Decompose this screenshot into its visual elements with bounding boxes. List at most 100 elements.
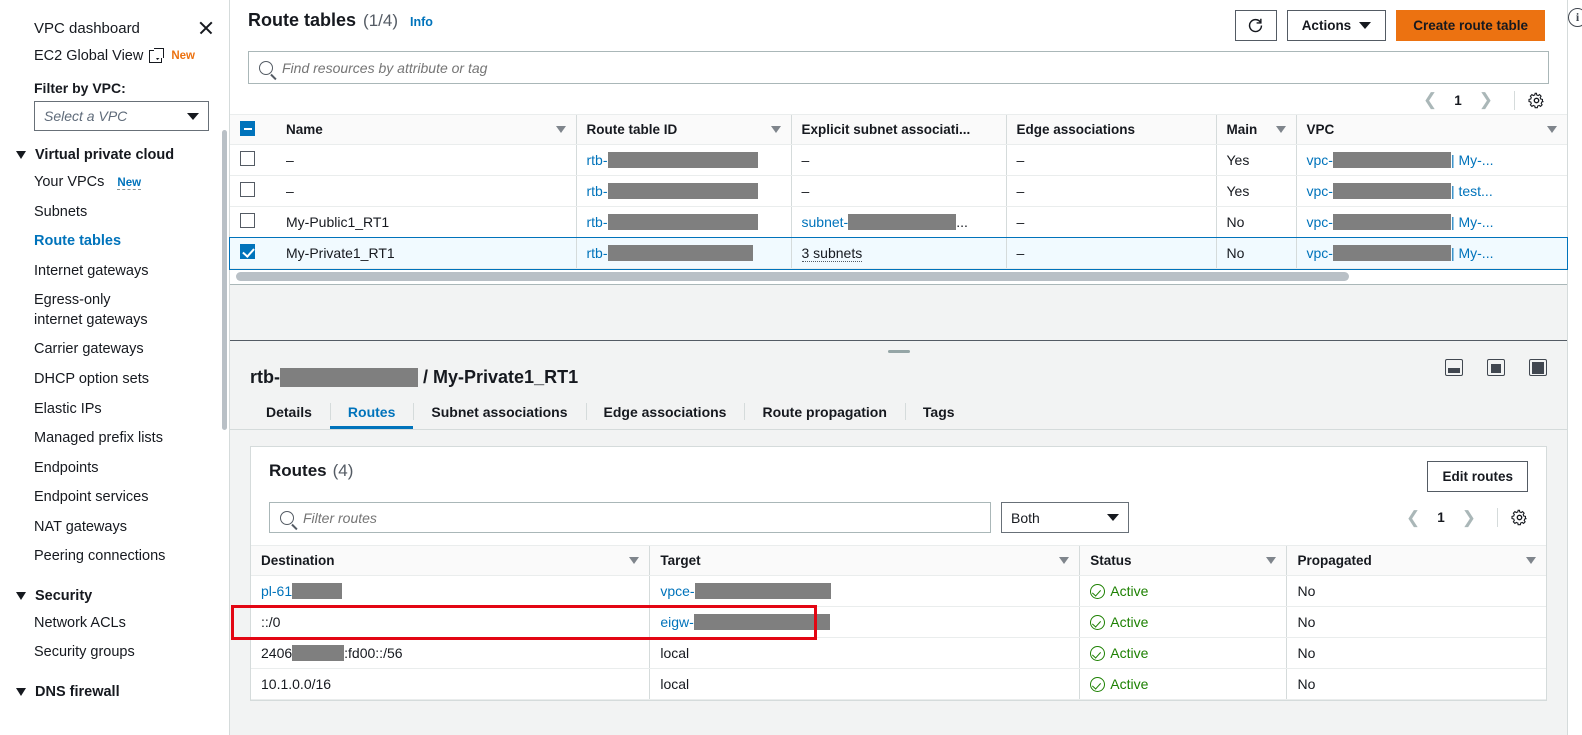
row-checkbox[interactable]: [240, 151, 255, 166]
tab-edge-associations[interactable]: Edge associations: [585, 398, 745, 429]
table-row[interactable]: – rtb- – – Yes vpc- | test...: [230, 175, 1567, 207]
sort-icon[interactable]: [1526, 557, 1536, 564]
column-label: VPC: [1306, 122, 1335, 137]
sidebar-item-peering-connections[interactable]: Peering connections: [0, 542, 229, 572]
table-row[interactable]: pl-61 vpce- Active No: [251, 575, 1546, 607]
info-icon[interactable]: i: [1568, 8, 1582, 27]
row-checkbox[interactable]: [240, 244, 255, 259]
sidebar-group-virtual-private-cloud[interactable]: Virtual private cloud: [0, 131, 229, 168]
sidebar-item-endpoints[interactable]: Endpoints: [0, 454, 229, 484]
vpc-filter-select[interactable]: Select a VPC: [34, 101, 209, 131]
route-table-id-link[interactable]: rtb-: [587, 214, 608, 230]
sidebar-item-endpoint-services[interactable]: Endpoint services: [0, 483, 229, 513]
sort-icon[interactable]: [1266, 557, 1277, 564]
table-row[interactable]: 2406:fd00::/56 local Active No: [251, 637, 1546, 669]
row-checkbox[interactable]: [240, 182, 255, 197]
sidebar-item-dhcp-option-sets[interactable]: DHCP option sets: [0, 365, 229, 395]
sort-icon[interactable]: [1059, 557, 1070, 564]
ec2-global-view-row[interactable]: EC2 Global View New: [0, 42, 229, 70]
vpc-name[interactable]: | My-...: [1451, 245, 1494, 261]
sidebar-item-security-groups[interactable]: Security groups: [0, 638, 229, 668]
route-tables-tbody: – rtb- – – Yes vpc- | My-... – rtb- – – Y…: [229, 144, 1568, 270]
route-table-id-link[interactable]: rtb-: [587, 245, 608, 261]
gear-icon[interactable]: [1511, 509, 1528, 526]
refresh-button[interactable]: [1234, 10, 1277, 41]
table-row[interactable]: ::/0 eigw- Active No: [251, 606, 1546, 638]
sort-icon[interactable]: [555, 126, 566, 133]
row-checkbox[interactable]: [240, 213, 255, 228]
sidebar-group-dns-firewall[interactable]: DNS firewall: [0, 668, 229, 705]
column-target: Target: [649, 545, 1080, 576]
search-bar[interactable]: [248, 51, 1549, 84]
sort-icon[interactable]: [1275, 126, 1286, 133]
breadcrumb-prefix: rtb-: [250, 367, 280, 387]
sidebar-group-security[interactable]: Security: [0, 572, 229, 609]
sidebar-item-elastic-ips[interactable]: Elastic IPs: [0, 395, 229, 425]
split-panel: rtb- / My-Private1_RT1 Details Routes Su…: [230, 341, 1567, 735]
cell-vpc: vpc- | My-...: [1295, 144, 1567, 176]
vpc-dashboard-link[interactable]: VPC dashboard: [34, 20, 140, 37]
routes-count: (4): [332, 461, 354, 480]
sidebar-item-nat-gateways[interactable]: NAT gateways: [0, 513, 229, 543]
routes-type-select[interactable]: Both: [1001, 502, 1129, 533]
edit-routes-button[interactable]: Edit routes: [1427, 461, 1528, 492]
sidebar-item-route-tables[interactable]: Route tables: [0, 227, 229, 257]
vpc-name[interactable]: | My-...: [1451, 214, 1494, 230]
info-link[interactable]: Info: [410, 15, 433, 29]
routes-filter-bar[interactable]: [269, 502, 991, 533]
sort-icon[interactable]: [629, 557, 640, 564]
tab-subnet-associations[interactable]: Subnet associations: [413, 398, 585, 429]
sidebar-scrollbar[interactable]: [222, 130, 227, 430]
sidebar-item-egress-only-internet-gateways[interactable]: Egress-only internet gateways: [0, 286, 165, 335]
close-icon[interactable]: [197, 19, 215, 37]
cell-status: Active: [1079, 575, 1287, 607]
sidebar-item-subnets[interactable]: Subnets: [0, 198, 229, 228]
table-row[interactable]: – rtb- – – Yes vpc- | My-...: [230, 144, 1567, 176]
tab-details[interactable]: Details: [248, 398, 330, 429]
tab-route-propagation[interactable]: Route propagation: [744, 398, 904, 429]
table-row[interactable]: My-Private1_RT1 rtb- 3 subnets – No vpc-…: [229, 236, 1568, 270]
subnet-link[interactable]: subnet-: [802, 214, 849, 230]
next-page-button[interactable]: ❯: [1454, 508, 1484, 528]
select-all-checkbox[interactable]: [240, 120, 255, 136]
tab-routes[interactable]: Routes: [329, 398, 413, 429]
sidebar-item-network-acls[interactable]: Network ACLs: [0, 609, 229, 639]
subnet-count[interactable]: 3 subnets: [801, 245, 863, 262]
vpc-name[interactable]: | test...: [1451, 183, 1493, 199]
vpc-link[interactable]: vpc-: [1307, 245, 1333, 261]
actions-button[interactable]: Actions: [1286, 10, 1387, 41]
search-input[interactable]: [282, 59, 1538, 76]
sidebar-item-managed-prefix-lists[interactable]: Managed prefix lists: [0, 424, 229, 454]
vpc-link[interactable]: vpc-: [1307, 183, 1333, 199]
vpc-link[interactable]: vpc-: [1307, 152, 1333, 168]
split-panel-side-icon[interactable]: [1487, 359, 1505, 376]
route-table-id-link[interactable]: rtb-: [587, 152, 608, 168]
create-route-table-button[interactable]: Create route table: [1396, 10, 1545, 41]
destination-link[interactable]: pl-61: [261, 583, 292, 599]
scrollbar-thumb[interactable]: [236, 272, 1349, 281]
prev-page-button[interactable]: ❮: [1398, 508, 1428, 528]
sidebar-item-carrier-gateways[interactable]: Carrier gateways: [0, 335, 229, 365]
prev-page-button[interactable]: ❮: [1415, 90, 1445, 110]
sort-icon[interactable]: [770, 126, 781, 133]
target-link[interactable]: vpce-: [660, 583, 694, 599]
table-row[interactable]: 10.1.0.0/16 local Active No: [251, 668, 1546, 700]
sidebar-item-your-vpcs[interactable]: Your VPCs New: [0, 168, 229, 198]
next-page-button[interactable]: ❯: [1471, 90, 1501, 110]
horizontal-scrollbar[interactable]: [230, 269, 1567, 284]
gear-icon[interactable]: [1528, 92, 1545, 109]
sidebar-item-internet-gateways[interactable]: Internet gateways: [0, 257, 229, 287]
vpc-name[interactable]: | My-...: [1451, 152, 1494, 168]
tab-tags[interactable]: Tags: [904, 398, 973, 429]
sort-icon[interactable]: [1547, 126, 1557, 133]
routes-filter-input[interactable]: [303, 509, 980, 526]
target-link[interactable]: eigw-: [660, 614, 693, 630]
route-table-id-link[interactable]: rtb-: [587, 183, 608, 199]
redacted-id: [607, 245, 753, 261]
sidebar-group-label: Security: [35, 587, 93, 604]
table-row[interactable]: My-Public1_RT1 rtb- subnet-... – No vpc-…: [230, 206, 1567, 238]
split-panel-bottom-icon[interactable]: [1445, 359, 1463, 376]
row-select-cell: [230, 237, 276, 269]
split-panel-full-icon[interactable]: [1529, 359, 1547, 376]
vpc-link[interactable]: vpc-: [1307, 214, 1333, 230]
